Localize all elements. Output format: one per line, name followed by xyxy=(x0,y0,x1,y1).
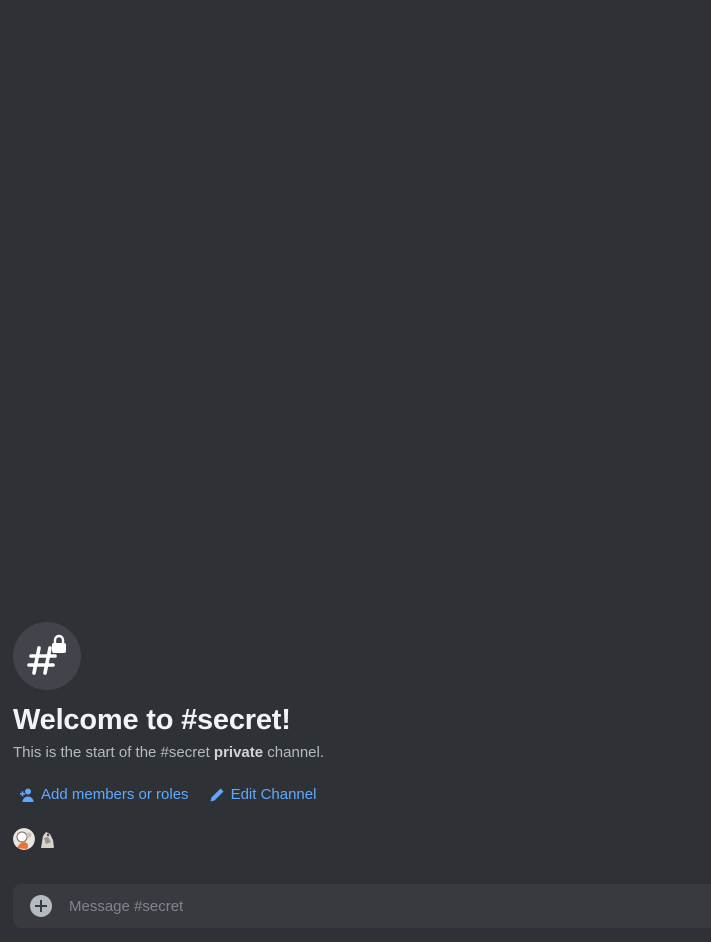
add-members-label: Add members or roles xyxy=(41,786,189,803)
add-members-icon xyxy=(19,787,35,803)
message-input[interactable] xyxy=(69,884,711,928)
welcome-subtitle: This is the start of the #secret private… xyxy=(13,743,693,763)
welcome-actions: Add members or roles Edit Channel xyxy=(13,785,693,805)
subtitle-suffix: channel. xyxy=(263,744,325,761)
member-avatars xyxy=(13,828,693,850)
message-composer xyxy=(13,884,711,928)
edit-channel-label: Edit Channel xyxy=(230,786,317,803)
subtitle-private: private xyxy=(213,744,264,761)
edit-channel-button[interactable]: Edit Channel xyxy=(209,785,317,805)
plus-circle-icon[interactable] xyxy=(30,895,52,917)
chat-screen: Welcome to #secret! This is the start of… xyxy=(0,0,711,942)
subtitle-prefix: This is the start of the #secret xyxy=(13,744,214,761)
pencil-icon xyxy=(209,787,225,803)
add-members-button[interactable]: Add members or roles xyxy=(19,785,189,805)
welcome-title: Welcome to #secret! xyxy=(13,704,291,736)
hashtag-lock-icon xyxy=(13,622,81,690)
channel-welcome: Welcome to #secret! This is the start of… xyxy=(13,622,693,850)
avatar[interactable] xyxy=(13,828,35,850)
avatar[interactable] xyxy=(36,828,58,850)
